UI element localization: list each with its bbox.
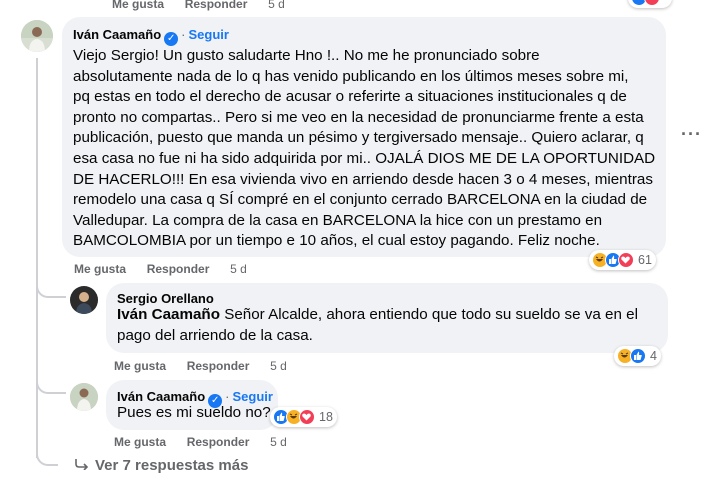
view-more-replies-link[interactable]: Ver 7 respuestas más [75, 457, 248, 474]
separator-dot: · [225, 389, 230, 404]
comment-line: BAMCOLOMBIA por un tiempo e 10 años, el … [73, 232, 600, 250]
reply-text: Pues es mi sueldo no? [117, 404, 271, 421]
reply-actions: Me gusta Responder 5 d [114, 435, 287, 449]
reply-line: Iván Caamaño Señor Alcalde, ahora entien… [117, 306, 638, 323]
avatar[interactable] [70, 286, 98, 314]
comment-header: Iván Caamaño ✓ · Seguir [73, 26, 229, 46]
timestamp[interactable]: 5 d [270, 435, 287, 449]
love-reaction-icon [618, 252, 634, 268]
like-link[interactable]: Me gusta [112, 0, 164, 11]
comment-line: DE HACERLO!!! En esa vivienda vivo en ar… [73, 170, 653, 188]
love-reaction-icon [299, 409, 315, 425]
comment-reactions[interactable]: 61 [589, 250, 656, 270]
follow-button[interactable]: Seguir [189, 27, 229, 42]
reaction-count: 61 [638, 253, 652, 267]
reply-reactions[interactable]: 4 [614, 346, 661, 366]
comment-text: Viejo Sergio! Un gusto saludarte Hno !..… [73, 46, 663, 252]
reaction-count: 18 [319, 410, 333, 424]
thread-connector [36, 58, 38, 458]
comment-line: Viejo Sergio! Un gusto saludarte Hno !..… [73, 47, 540, 64]
reply-bubble: Iván Caamaño ✓ · Seguir Pues es mi sueldo n… [106, 380, 278, 430]
reaction-count: 4 [650, 349, 657, 363]
verified-badge-icon: ✓ [164, 32, 179, 46]
timestamp[interactable]: 5 d [268, 0, 285, 11]
separator-dot: · [181, 27, 186, 42]
reply-arrow-icon [75, 457, 89, 474]
reply-reactions[interactable]: 18 [270, 407, 337, 427]
author-name[interactable]: Iván Caamaño [117, 389, 205, 404]
avatar[interactable] [70, 383, 98, 411]
author-name[interactable]: Sergio Orellano [117, 291, 214, 306]
comment-line: pq estas en todo el derecho de acusar o … [73, 88, 627, 106]
comment-line: pronto no compartas.. Pero si me veo en … [73, 108, 644, 126]
follow-button[interactable]: Seguir [233, 389, 273, 404]
reply-link[interactable]: Responder [187, 359, 250, 373]
love-reaction-icon [644, 0, 660, 6]
reply-actions: Me gusta Responder 5 d [114, 359, 287, 373]
comment-line: publicación, puesto que manda un pésimo … [73, 129, 644, 147]
reply-link[interactable]: Responder [147, 262, 210, 276]
top-comment-actions: Me gusta Responder 5 d [112, 0, 285, 11]
reply-connector [36, 378, 66, 394]
timestamp[interactable]: 5 d [270, 359, 287, 373]
reply-text: Iván Caamaño Señor Alcalde, ahora entien… [117, 305, 667, 346]
author-name[interactable]: Iván Caamaño [73, 27, 161, 42]
avatar[interactable] [21, 20, 53, 52]
reply-connector [36, 282, 66, 298]
reply-link[interactable]: Responder [185, 0, 248, 11]
comment-line: absolutamente nada de lo q has venido pu… [73, 67, 629, 85]
like-link[interactable]: Me gusta [114, 435, 166, 449]
like-reaction-icon [630, 348, 646, 364]
top-reactions[interactable] [628, 0, 672, 8]
like-link[interactable]: Me gusta [114, 359, 166, 373]
comment-line: esa casa no fue ni ha sido adquirida por… [73, 149, 656, 167]
like-link[interactable]: Me gusta [74, 262, 126, 276]
view-more-label: Ver 7 respuestas más [95, 457, 249, 474]
comment-actions: Me gusta Responder 5 d [74, 262, 247, 276]
reply-link[interactable]: Responder [187, 435, 250, 449]
reply-bubble: Sergio Orellano Iván Caamaño Señor Alcal… [106, 283, 668, 353]
comment-line: Valledupar. La compra de la casa en BARC… [73, 211, 603, 229]
thread-connector-curve [36, 448, 58, 466]
timestamp[interactable]: 5 d [230, 262, 247, 276]
reply-line: pago del arriendo de la casa. [117, 326, 313, 344]
more-options-icon[interactable]: ··· [681, 124, 702, 145]
mention-link[interactable]: Iván Caamaño [117, 306, 220, 323]
comment-line: remodelo una casa q SÍ compré en el conj… [73, 191, 648, 209]
comment-bubble: Iván Caamaño ✓ · Seguir Viejo Sergio! Un gu… [62, 17, 666, 257]
